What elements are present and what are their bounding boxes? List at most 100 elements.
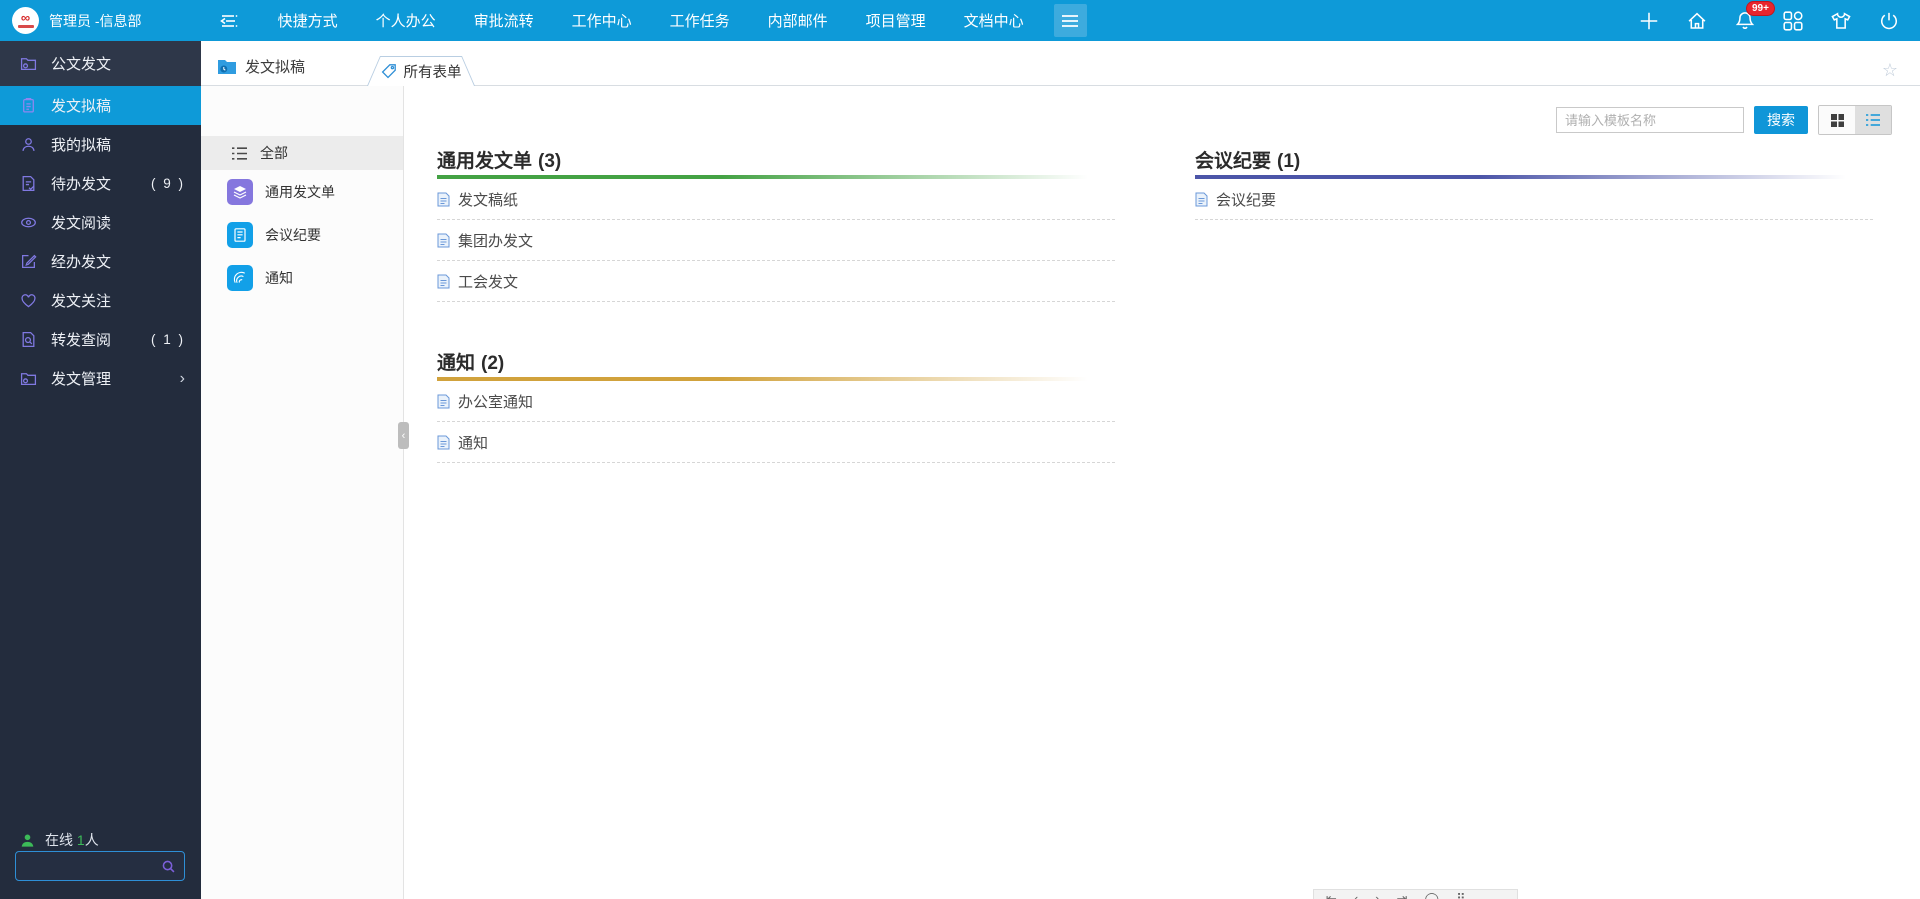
section-general-dispatch-form: 通用发文单 (3) 发文稿纸 集团办发文 工会发文 [437, 150, 1115, 302]
tab-draft-dispatch[interactable]: 发文拟稿 [217, 56, 319, 85]
user-icon [20, 136, 37, 153]
tab-all-forms[interactable]: 所有表单 [367, 56, 476, 86]
sidebar-item-label: 待办发文 [51, 176, 112, 193]
category-label: 全部 [260, 145, 288, 161]
folder-icon [20, 370, 37, 387]
sidebar-item-pending-dispatch[interactable]: 待办发文 ( 9 ) [0, 164, 201, 203]
folder-tab-icon [217, 58, 237, 75]
category-all[interactable]: 全部 [201, 136, 403, 170]
category-notice[interactable]: 通知 [201, 256, 403, 299]
clipboard-icon [20, 97, 37, 114]
notification-badge: 99+ [1746, 0, 1775, 16]
heart-icon [20, 292, 37, 309]
template-link-dispatch-paper[interactable]: 发文稿纸 [437, 179, 1115, 220]
sidebar-search [15, 851, 185, 881]
nav-item-work-center[interactable]: 工作中心 [572, 10, 632, 31]
main-content: 搜索 通用发文单(3) [404, 86, 1920, 899]
logo-subtext [17, 25, 34, 28]
category-label: 会议纪要 [265, 226, 321, 243]
sidebar-item-handled-dispatch[interactable]: 经办发文 [0, 242, 201, 281]
sidebar-item-dispatch-reading[interactable]: 发文阅读 [0, 203, 201, 242]
category-label: 通知 [265, 269, 293, 286]
nav-item-work-tasks[interactable]: 工作任务 [670, 10, 730, 31]
sidebar-item-label: 发文阅读 [51, 215, 112, 232]
eye-icon [20, 214, 37, 231]
column-right: 会议纪要 (1) 会议纪要 [1195, 150, 1873, 220]
panel-collapse-handle[interactable]: ‹ [398, 422, 409, 449]
sidebar-item-label: 发文拟稿 [51, 98, 112, 115]
notifications-bell-icon[interactable]: 99+ [1734, 0, 1775, 32]
template-link-group-office-dispatch[interactable]: 集团办发文 [437, 220, 1115, 261]
theme-tshirt-icon[interactable] [1830, 10, 1852, 32]
template-category-panel: 全部 通用发文单 会议纪要 通知 [201, 86, 404, 899]
tab-label: 发文拟稿 [245, 59, 306, 76]
toolbar-icon[interactable]: ⠿ [1456, 892, 1466, 899]
apps-grid-icon[interactable] [1782, 10, 1804, 32]
folder-doc-icon [20, 55, 37, 72]
nav-more-button[interactable] [1053, 4, 1087, 37]
search-icon[interactable] [161, 859, 176, 874]
sidebar-item-label: 公文发文 [51, 56, 112, 73]
online-unit: 人 [84, 832, 99, 848]
grid-view-button[interactable] [1819, 106, 1855, 134]
favorite-star-icon[interactable]: ☆ [1882, 61, 1898, 79]
template-link-office-notice[interactable]: 办公室通知 [437, 381, 1115, 422]
sidebar-search-input[interactable] [16, 858, 161, 874]
user-label: 管理员 -信息部 [49, 12, 142, 29]
search-button[interactable]: 搜索 [1754, 106, 1808, 134]
toolbar-icon[interactable]: ⇥ [1397, 892, 1408, 899]
home-icon[interactable] [1686, 10, 1708, 32]
layers-icon [227, 178, 253, 205]
tabbar: 发文拟稿 所有表单 ☆ [201, 41, 1920, 86]
toolbar-icon[interactable]: › [1375, 892, 1379, 899]
toolbar-icon[interactable]: ◯ [1425, 892, 1440, 899]
edit-note-icon [20, 253, 37, 270]
section-meeting-minutes: 会议纪要 (1) 会议纪要 [1195, 150, 1873, 220]
template-search-input[interactable] [1556, 107, 1744, 133]
add-icon[interactable] [1638, 10, 1660, 32]
online-status: 在线 1人 [20, 830, 99, 850]
fingerprint-icon [227, 264, 253, 291]
power-logout-icon[interactable] [1878, 10, 1900, 32]
sidebar-item-forward-review[interactable]: 转发查阅 ( 1 ) [0, 320, 201, 359]
template-link-meeting-minutes[interactable]: 会议纪要 [1195, 179, 1873, 220]
topbar-nav: 快捷方式 个人办公 审批流转 工作中心 工作任务 内部邮件 项目管理 文档中心 [218, 10, 1024, 31]
sidebar-item-my-drafts[interactable]: 我的拟稿 [0, 125, 201, 164]
nav-item-project-mgmt[interactable]: 项目管理 [866, 10, 926, 31]
hamburger-icon [1061, 14, 1079, 28]
collapse-menu-icon[interactable] [218, 11, 240, 31]
toolbar-icon[interactable]: ⇤ [1326, 892, 1337, 899]
category-general-dispatch-form[interactable]: 通用发文单 [201, 170, 403, 213]
nav-item-approval-flow[interactable]: 审批流转 [474, 10, 534, 31]
sidebar-item-dispatch-management[interactable]: 发文管理 › [0, 359, 201, 398]
sidebar-item-official-dispatch[interactable]: 公文发文 [0, 41, 201, 86]
view-toggle [1818, 105, 1892, 135]
list-view-button[interactable] [1855, 106, 1891, 134]
doc-search-icon [20, 331, 37, 348]
partial-floating-toolbar[interactable]: ⇤ ‹ › ⇥ ◯ ⠿ [1313, 889, 1518, 899]
topbar: ∞ 管理员 -信息部 快捷方式 个人办公 审批流转 工作中心 工作任务 内部邮件… [0, 0, 1920, 41]
online-user-icon [20, 833, 35, 848]
sidebar-item-label: 发文关注 [51, 293, 112, 310]
nav-item-internal-mail[interactable]: 内部邮件 [768, 10, 828, 31]
sidebar-item-dispatch-follow[interactable]: 发文关注 [0, 281, 201, 320]
company-logo: ∞ [12, 7, 39, 34]
nav-item-document-center[interactable]: 文档中心 [964, 10, 1024, 31]
category-meeting-minutes[interactable]: 会议纪要 [201, 213, 403, 256]
template-search-controls: 搜索 [1556, 105, 1892, 135]
doc-icon [227, 221, 253, 248]
nav-item-shortcuts[interactable]: 快捷方式 [278, 10, 338, 31]
topbar-icons: 99+ [1638, 0, 1920, 32]
template-link-notice[interactable]: 通知 [437, 422, 1115, 463]
section-notice: 通知 (2) 办公室通知 通知 [437, 352, 1115, 463]
column-left: 通用发文单 (3) 发文稿纸 集团办发文 工会发文 通知 (2) 办公室通知 通… [437, 150, 1115, 463]
sidebar-item-count: ( 9 ) [150, 176, 185, 191]
toolbar-icon[interactable]: ‹ [1354, 892, 1358, 899]
tab-label: 所有表单 [403, 64, 462, 81]
nav-item-personal-office[interactable]: 个人办公 [376, 10, 436, 31]
sidebar-item-draft-dispatch[interactable]: 发文拟稿 [0, 86, 201, 125]
sidebar-item-count: ( 1 ) [150, 332, 185, 347]
template-link-union-dispatch[interactable]: 工会发文 [437, 261, 1115, 302]
sidebar-item-label: 转发查阅 [51, 332, 112, 349]
list-icon [231, 146, 248, 161]
